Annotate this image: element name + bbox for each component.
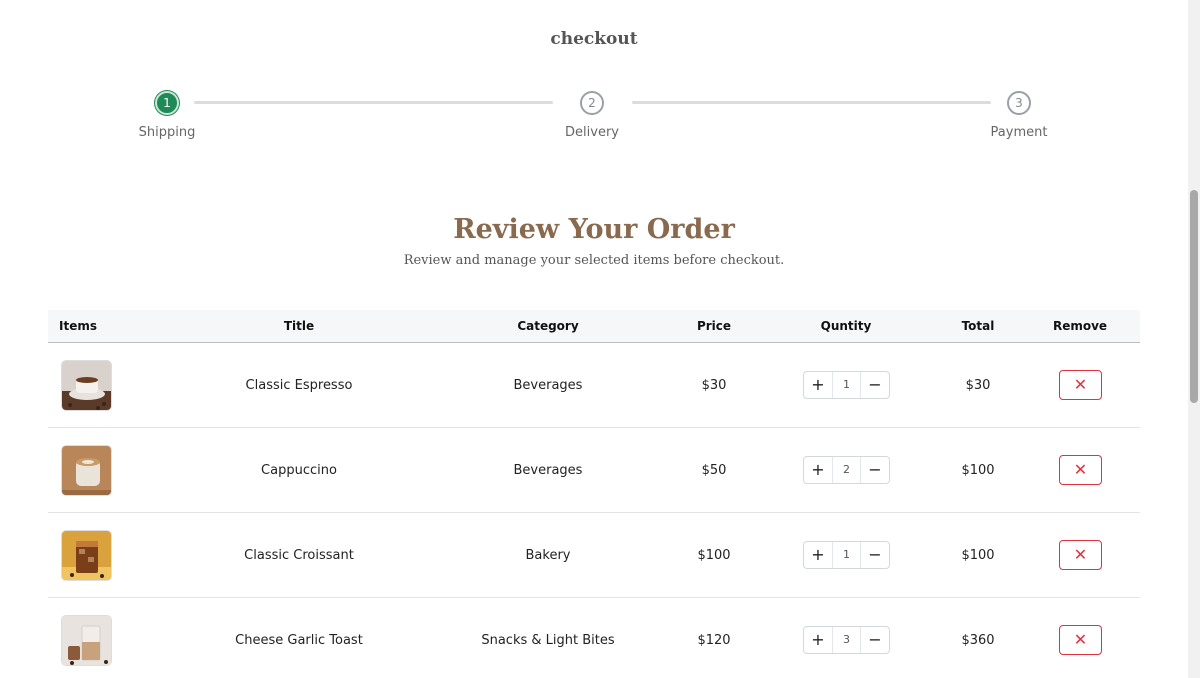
decrease-quantity-button[interactable]: − <box>861 627 889 653</box>
quantity-stepper: + 1 − <box>803 541 890 569</box>
header-remove: Remove <box>1030 310 1130 342</box>
item-total: $100 <box>928 513 1028 598</box>
step-1-indicator[interactable]: 1 <box>155 91 179 115</box>
header-total: Total <box>928 310 1028 342</box>
iced-latte-image <box>61 615 112 666</box>
item-total: $30 <box>928 343 1028 428</box>
step-3-indicator[interactable]: 3 <box>1007 91 1031 115</box>
remove-item-button[interactable]: ✕ <box>1059 370 1102 400</box>
checkout-page: checkout 1 Shipping 2 Delivery 3 Payment… <box>0 0 1188 678</box>
page-title: checkout <box>0 29 1188 49</box>
quantity-stepper: + 1 − <box>803 371 890 399</box>
item-price: $30 <box>664 343 764 428</box>
item-title: Classic Espresso <box>199 343 399 428</box>
close-icon: ✕ <box>1074 460 1087 479</box>
decrease-quantity-button[interactable]: − <box>861 372 889 398</box>
review-subheading: Review and manage your selected items be… <box>0 253 1188 268</box>
review-heading: Review Your Order <box>0 214 1188 245</box>
item-price: $50 <box>664 428 764 513</box>
remove-item-button[interactable]: ✕ <box>1059 625 1102 655</box>
item-category: Beverages <box>448 343 648 428</box>
table-row: Classic Espresso Beverages $30 + 1 − $30… <box>48 343 1140 428</box>
order-table-header: Items Title Category Price Quntity Total… <box>48 310 1140 343</box>
increase-quantity-button[interactable]: + <box>804 627 832 653</box>
quantity-stepper: + 2 − <box>803 456 890 484</box>
item-category: Bakery <box>448 513 648 598</box>
step-connector <box>632 101 991 104</box>
header-price: Price <box>664 310 764 342</box>
increase-quantity-button[interactable]: + <box>804 457 832 483</box>
header-category: Category <box>448 310 648 342</box>
table-row: Cappuccino Beverages $50 + 2 − $100 ✕ <box>48 428 1140 513</box>
item-price: $120 <box>664 598 764 678</box>
step-2-indicator[interactable]: 2 <box>580 91 604 115</box>
remove-item-button[interactable]: ✕ <box>1059 540 1102 570</box>
vertical-scrollbar[interactable] <box>1188 0 1200 678</box>
quantity-value[interactable]: 3 <box>832 627 861 653</box>
increase-quantity-button[interactable]: + <box>804 372 832 398</box>
item-title: Cappuccino <box>199 428 399 513</box>
decrease-quantity-button[interactable]: − <box>861 542 889 568</box>
item-category: Snacks & Light Bites <box>448 598 648 678</box>
quantity-value[interactable]: 1 <box>832 372 861 398</box>
quantity-stepper: + 3 − <box>803 626 890 654</box>
cappuccino-cup-image <box>61 445 112 496</box>
scrollbar-thumb[interactable] <box>1190 190 1198 403</box>
step-3-label: Payment <box>959 125 1079 140</box>
item-total: $100 <box>928 428 1028 513</box>
step-1-label: Shipping <box>107 125 227 140</box>
header-items: Items <box>48 310 108 342</box>
item-total: $360 <box>928 598 1028 678</box>
step-connector <box>194 101 553 104</box>
decrease-quantity-button[interactable]: − <box>861 457 889 483</box>
espresso-cup-image <box>61 360 112 411</box>
table-row: Classic Croissant Bakery $100 + 1 − $100… <box>48 513 1140 598</box>
header-title: Title <box>199 310 399 342</box>
item-title: Cheese Garlic Toast <box>199 598 399 678</box>
quantity-value[interactable]: 1 <box>832 542 861 568</box>
item-price: $100 <box>664 513 764 598</box>
quantity-value[interactable]: 2 <box>832 457 861 483</box>
item-category: Beverages <box>448 428 648 513</box>
item-title: Classic Croissant <box>199 513 399 598</box>
remove-item-button[interactable]: ✕ <box>1059 455 1102 485</box>
close-icon: ✕ <box>1074 630 1087 649</box>
close-icon: ✕ <box>1074 375 1087 394</box>
step-2-label: Delivery <box>532 125 652 140</box>
table-row: Cheese Garlic Toast Snacks & Light Bites… <box>48 598 1140 678</box>
iced-coffee-image <box>61 530 112 581</box>
increase-quantity-button[interactable]: + <box>804 542 832 568</box>
close-icon: ✕ <box>1074 545 1087 564</box>
header-quantity: Quntity <box>796 310 896 342</box>
